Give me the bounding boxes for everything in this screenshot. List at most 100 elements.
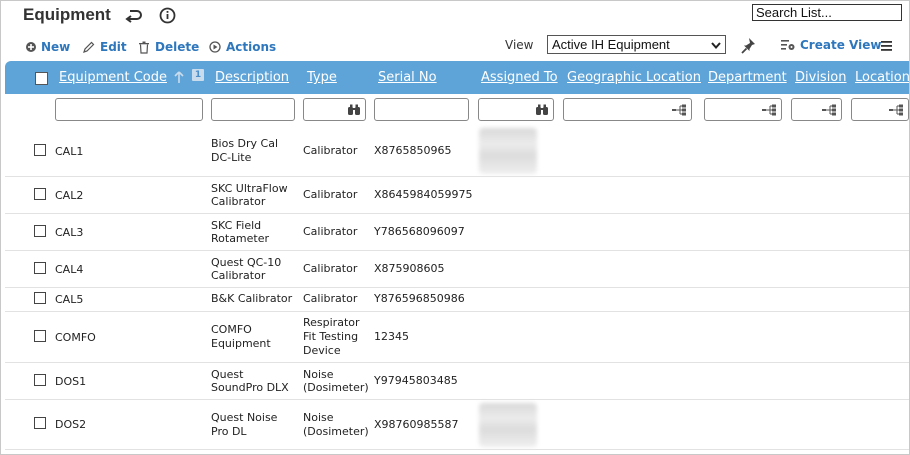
cell-equipment-code[interactable]: CAL1	[55, 145, 83, 158]
select-all-checkbox[interactable]	[35, 72, 48, 85]
cell-equipment-code[interactable]: DOS2	[55, 418, 86, 431]
cell-equipment-code[interactable]: CAL2	[55, 189, 83, 202]
assigned-to-redacted	[479, 403, 537, 447]
cell-serial-no: Y876596850986	[374, 292, 465, 305]
cell-type-line3: Device	[303, 344, 341, 357]
binoculars-icon[interactable]	[347, 104, 361, 116]
page-title: Equipment	[23, 5, 111, 24]
cell-type-line1: Respirator	[303, 316, 360, 329]
return-icon[interactable]	[125, 7, 145, 27]
cell-serial-no: X98760985587	[374, 418, 459, 431]
actions-button[interactable]: Actions	[209, 39, 276, 55]
cell-equipment-code[interactable]: CAL3	[55, 226, 83, 239]
tree-hierarchy-icon[interactable]	[822, 104, 837, 116]
tree-hierarchy-icon[interactable]	[672, 104, 687, 116]
sort-ascending-icon[interactable]	[174, 69, 184, 88]
cell-type-line1: Noise	[303, 411, 334, 424]
table-row[interactable]: CAL2 SKC UltraFlow Calibrator Calibrator…	[5, 177, 909, 214]
column-header-location[interactable]: Location	[855, 70, 909, 85]
cell-description-line2: DC-Lite	[211, 151, 252, 164]
filter-location[interactable]	[851, 98, 909, 121]
cell-description-line1: B&K Calibrator	[211, 292, 293, 305]
filter-row	[5, 94, 909, 126]
info-icon[interactable]	[159, 7, 179, 27]
column-header-description[interactable]: Description	[215, 70, 289, 85]
column-header-geographic-location[interactable]: Geographic Location	[567, 70, 701, 85]
column-header-serial-no[interactable]: Serial No	[378, 70, 437, 85]
cell-type-line2: Fit Testing	[303, 330, 359, 343]
row-checkbox[interactable]	[34, 417, 46, 429]
edit-label: Edit	[100, 40, 127, 54]
row-checkbox[interactable]	[34, 225, 46, 237]
filter-department[interactable]	[704, 98, 782, 121]
table-row[interactable]: DOS2 Quest Noise Pro DL Noise (Dosimeter…	[5, 400, 909, 450]
cell-type: Calibrator	[303, 188, 358, 201]
row-checkbox[interactable]	[34, 292, 46, 304]
cell-type: Calibrator	[303, 262, 358, 275]
cell-type-line2: (Dosimeter)	[303, 381, 369, 394]
cell-equipment-code[interactable]: DOS1	[55, 375, 86, 388]
filter-division[interactable]	[791, 98, 842, 121]
cell-serial-no: X8765850965	[374, 144, 452, 157]
binoculars-icon[interactable]	[535, 104, 549, 116]
cell-type: Calibrator	[303, 292, 358, 305]
tree-hierarchy-icon[interactable]	[762, 104, 777, 116]
cell-description-line2: Pro DL	[211, 425, 247, 438]
play-circle-icon	[209, 41, 221, 53]
cell-description-line2: Calibrator	[211, 195, 266, 208]
cell-type: Calibrator	[303, 225, 358, 238]
table-row[interactable]: CAL3 SKC Field Rotameter Calibrator Y786…	[5, 214, 909, 251]
column-header-equipment-code[interactable]: Equipment Code	[59, 70, 167, 85]
new-button[interactable]: New	[26, 39, 70, 55]
list-settings-icon	[781, 40, 795, 50]
table-row[interactable]: CAL1 Bios Dry Cal DC-Lite Calibrator X87…	[5, 126, 909, 177]
pin-icon[interactable]	[740, 37, 758, 59]
cell-equipment-code[interactable]: CAL4	[55, 263, 83, 276]
equipment-list-window: Equipment Search List... New Edit Delete…	[0, 0, 910, 455]
filter-type[interactable]	[303, 98, 366, 121]
cell-type: Calibrator	[303, 144, 358, 157]
view-select[interactable]: Active IH Equipment	[547, 35, 726, 54]
cell-equipment-code[interactable]: CAL5	[55, 293, 83, 306]
cell-type-line1: Noise	[303, 368, 334, 381]
table-row[interactable]: COMFO COMFO Equipment Respirator Fit Tes…	[5, 312, 909, 363]
plus-circle-icon	[26, 42, 36, 52]
cell-serial-no: X875908605	[374, 262, 445, 275]
cell-serial-no: X8645984059975	[374, 188, 473, 201]
column-header-department[interactable]: Department	[708, 70, 787, 85]
chevron-down-icon	[711, 42, 721, 50]
row-checkbox[interactable]	[34, 330, 46, 342]
search-list-input[interactable]: Search List...	[752, 4, 902, 21]
row-checkbox[interactable]	[34, 144, 46, 156]
cell-equipment-code[interactable]: COMFO	[55, 331, 96, 344]
column-header-division[interactable]: Division	[795, 70, 847, 85]
cell-description-line1: Quest Noise	[211, 411, 278, 424]
filter-serial-no[interactable]	[374, 98, 469, 121]
row-checkbox[interactable]	[34, 374, 46, 386]
create-view-button[interactable]: Create View	[781, 38, 881, 52]
cell-serial-no: Y97945803485	[374, 374, 458, 387]
cell-description-line1: SKC Field	[211, 219, 262, 232]
cell-type-line2: (Dosimeter)	[303, 425, 369, 438]
tree-hierarchy-icon[interactable]	[889, 104, 904, 116]
column-header-type[interactable]: Type	[307, 70, 337, 85]
cell-serial-no: Y786568096097	[374, 225, 465, 238]
filter-geographic-location[interactable]	[563, 98, 692, 121]
new-label: New	[41, 40, 71, 54]
table-row[interactable]: DOS1 Quest SoundPro DLX Noise (Dosimeter…	[5, 363, 909, 400]
pencil-icon	[83, 41, 95, 53]
filter-equipment-code[interactable]	[55, 98, 203, 121]
cell-description-line1: COMFO	[211, 323, 252, 336]
menu-icon[interactable]	[881, 37, 893, 56]
cell-description-line1: Quest QC-10	[211, 256, 282, 269]
edit-button[interactable]: Edit	[82, 39, 127, 55]
table-row[interactable]: CAL5 B&K Calibrator Calibrator Y87659685…	[5, 288, 909, 312]
table-row[interactable]: CAL4 Quest QC-10 Calibrator Calibrator X…	[5, 251, 909, 288]
delete-button[interactable]: Delete	[138, 39, 199, 55]
column-header-assigned-to[interactable]: Assigned To	[481, 70, 558, 85]
row-checkbox[interactable]	[34, 188, 46, 200]
filter-assigned-to[interactable]	[478, 98, 554, 121]
create-view-label: Create View	[800, 38, 882, 52]
filter-description[interactable]	[211, 98, 295, 121]
row-checkbox[interactable]	[34, 262, 46, 274]
